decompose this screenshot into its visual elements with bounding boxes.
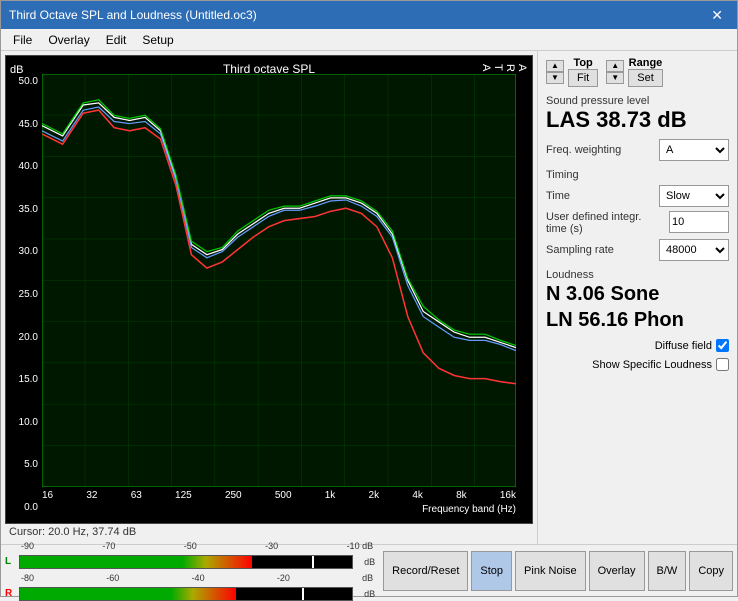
meter-l-marker [312, 556, 314, 568]
loudness-line2: LN 56.16 Phon [546, 307, 729, 333]
top-down-btn[interactable]: ▼ [546, 72, 564, 84]
meter-r-row: R dB [5, 587, 375, 601]
menu-setup[interactable]: Setup [134, 31, 181, 49]
right-panel: ▲ ▼ Top Fit ▲ ▼ Range Set [537, 51, 737, 544]
sampling-rate-select[interactable]: 44100 48000 96000 [659, 239, 729, 261]
range-up-btn[interactable]: ▲ [606, 60, 624, 72]
diffuse-field-row: Diffuse field [546, 339, 729, 352]
time-label: Time [546, 190, 570, 202]
freq-weighting-row: Freq. weighting A B C Z [546, 139, 729, 161]
stop-button[interactable]: Stop [471, 551, 512, 591]
spl-section: Sound pressure level LAS 38.73 dB [546, 93, 729, 133]
main-content: Third octave SPL dB A R T A 50.0 45.0 40… [1, 51, 737, 544]
meter-l-fill [20, 556, 252, 568]
x-axis-labels: 16 32 63 125 250 500 1k 2k 4k 8k 16k [42, 490, 516, 501]
menu-edit[interactable]: Edit [98, 31, 135, 49]
main-window: Third Octave SPL and Loudness (Untitled.… [0, 0, 738, 597]
arta-label: A R T A [480, 64, 528, 72]
range-label: Range [628, 57, 663, 69]
sampling-rate-row: Sampling rate 44100 48000 96000 [546, 239, 729, 261]
cursor-info: Cursor: 20.0 Hz, 37.74 dB [5, 524, 533, 540]
bottom-bar: -90 -70 -50 -30 -10 dB L dB -80 [1, 544, 737, 596]
top-up-btn[interactable]: ▲ [546, 60, 564, 72]
meter-l-track [19, 555, 353, 569]
bw-button[interactable]: B/W [648, 551, 687, 591]
x-axis-title: Frequency band (Hz) [422, 504, 516, 515]
title-bar: Third Octave SPL and Loudness (Untitled.… [1, 1, 737, 29]
top-label: Top [568, 57, 598, 69]
y-axis-labels: 50.0 45.0 40.0 35.0 30.0 25.0 20.0 15.0 … [8, 76, 38, 513]
user-integr-label: User defined integr. time (s) [546, 211, 646, 235]
timing-section: Timing Time Slow Fast Impulse User defin… [546, 167, 729, 261]
loudness-section: Loudness N 3.06 Sone LN 56.16 Phon [546, 267, 729, 333]
range-down-btn[interactable]: ▼ [606, 72, 624, 84]
meter-r-fill [20, 588, 236, 600]
meter-r-track [19, 587, 353, 601]
top-range-controls: ▲ ▼ Top Fit ▲ ▼ Range Set [546, 57, 729, 87]
time-select[interactable]: Slow Fast Impulse [659, 185, 729, 207]
user-integr-input[interactable] [669, 211, 729, 233]
sampling-rate-label: Sampling rate [546, 244, 614, 256]
meter-l-label: L [5, 556, 17, 567]
freq-weighting-label: Freq. weighting [546, 144, 621, 156]
diffuse-field-checkbox[interactable] [716, 339, 729, 352]
set-button[interactable]: Set [628, 69, 663, 87]
time-row: Time Slow Fast Impulse [546, 185, 729, 207]
window-title: Third Octave SPL and Loudness (Untitled.… [9, 8, 257, 22]
meter-bottom-labels: -80 -60 -40 -20 dB [19, 573, 375, 583]
meter-top-labels: -90 -70 -50 -30 -10 dB [19, 541, 375, 551]
close-button[interactable]: ✕ [705, 5, 729, 26]
loudness-section-label: Loudness [546, 269, 729, 281]
chart-title: Third octave SPL [223, 62, 315, 76]
record-reset-button[interactable]: Record/Reset [383, 551, 468, 591]
y-axis-label: dB [10, 64, 23, 76]
diffuse-field-label: Diffuse field [655, 340, 712, 352]
level-meters: -90 -70 -50 -30 -10 dB L dB -80 [1, 545, 379, 596]
range-spinner: ▲ ▼ [606, 60, 624, 84]
show-specific-row: Show Specific Loudness [546, 358, 729, 371]
fit-button[interactable]: Fit [568, 69, 598, 87]
top-spinner: ▲ ▼ [546, 60, 564, 84]
chart-svg [42, 74, 516, 487]
bottom-buttons: Record/Reset Stop Pink Noise Overlay B/W… [379, 545, 737, 596]
show-specific-checkbox[interactable] [716, 358, 729, 371]
chart-area: Third octave SPL dB A R T A 50.0 45.0 40… [1, 51, 537, 544]
timing-label: Timing [546, 169, 729, 181]
spl-value: LAS 38.73 dB [546, 107, 729, 133]
overlay-button[interactable]: Overlay [589, 551, 645, 591]
loudness-line1: N 3.06 Sone [546, 281, 729, 307]
menu-file[interactable]: File [5, 31, 40, 49]
show-specific-label: Show Specific Loudness [592, 359, 712, 371]
chart-container: Third octave SPL dB A R T A 50.0 45.0 40… [5, 55, 533, 524]
freq-weighting-select[interactable]: A B C Z [659, 139, 729, 161]
user-integr-row: User defined integr. time (s) [546, 211, 729, 235]
spl-section-label: Sound pressure level [546, 95, 729, 107]
menu-bar: File Overlay Edit Setup [1, 29, 737, 51]
menu-overlay[interactable]: Overlay [40, 31, 97, 49]
meter-r-marker [302, 588, 304, 600]
copy-button[interactable]: Copy [689, 551, 733, 591]
meter-l-row: L dB [5, 555, 375, 569]
pink-noise-button[interactable]: Pink Noise [515, 551, 586, 591]
meter-r-label: R [5, 588, 17, 599]
